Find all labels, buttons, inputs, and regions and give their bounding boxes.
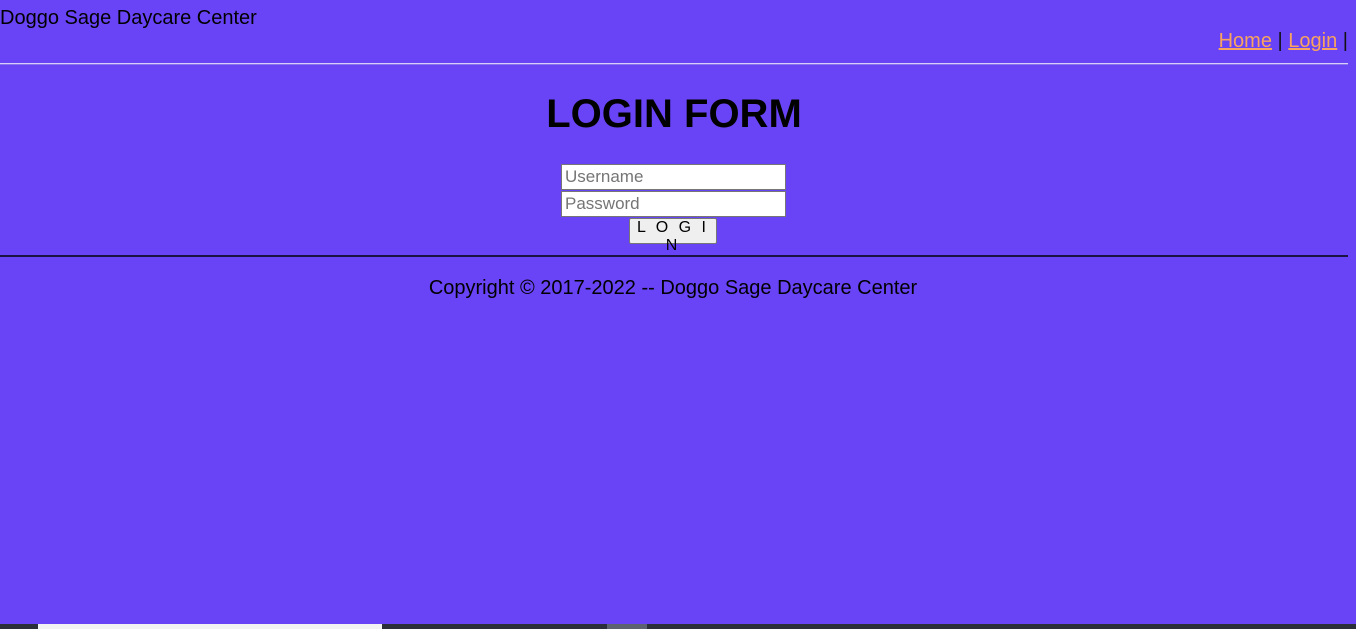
taskbar-window-thumbnail — [38, 624, 382, 629]
login-button[interactable]: L O G I N — [629, 218, 717, 254]
site-title: Doggo Sage Daycare Center — [0, 7, 257, 29]
taskbar-indicator — [607, 624, 647, 629]
footer-divider — [0, 255, 1348, 257]
copyright-text: Copyright © 2017-2022 -- Doggo Sage Dayc… — [428, 277, 918, 299]
nav-trailing-separator: | — [1342, 30, 1348, 52]
header-divider — [0, 63, 1348, 65]
login-form-title: LOGIN FORM — [546, 92, 802, 136]
nav-separator: | — [1277, 30, 1283, 52]
username-input[interactable] — [561, 164, 786, 190]
nav-home-link[interactable]: Home — [1219, 30, 1272, 52]
page: Doggo Sage Daycare Center Home | Login |… — [0, 0, 1356, 629]
nav-login-link[interactable]: Login — [1288, 30, 1337, 52]
password-input[interactable] — [561, 191, 786, 217]
taskbar-strip — [0, 624, 1356, 629]
top-nav: Home | Login | — [1219, 30, 1348, 52]
